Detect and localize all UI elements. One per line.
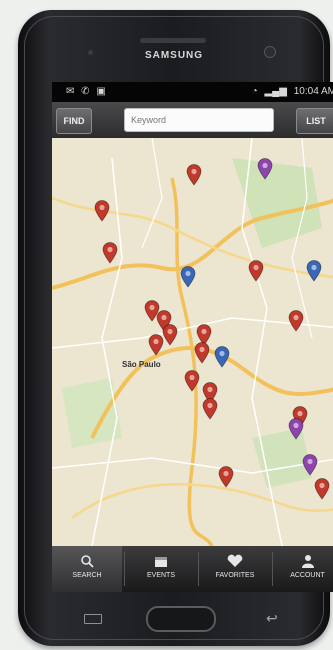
account-icon — [301, 555, 314, 568]
status-right: ◔ ▂▄▆ 10:04 AM — [248, 86, 333, 97]
map-pin-icon[interactable] — [248, 260, 264, 282]
screen: ✉ ✆ ▣ ◔ ▂▄▆ 10:04 AM FIND LIST — [52, 82, 333, 592]
find-button[interactable]: FIND — [56, 108, 92, 134]
map-pin-icon[interactable] — [218, 466, 234, 488]
tab-events[interactable]: EVENTS — [125, 546, 197, 592]
map-pin-icon[interactable] — [94, 200, 110, 222]
brand-logo: SAMSUNG — [144, 50, 204, 61]
map-pin-icon[interactable] — [314, 478, 330, 500]
map-pin-icon[interactable] — [184, 370, 200, 392]
tab-favorites-label: FAVORITES — [215, 572, 255, 579]
map-pin-icon[interactable] — [302, 454, 318, 476]
tab-search-label: SEARCH — [72, 572, 102, 579]
map-pin-icon[interactable] — [288, 418, 304, 440]
map-pin-icon[interactable] — [194, 342, 210, 364]
map-pin-icon[interactable] — [257, 158, 273, 180]
tab-bar: SEARCH EVENTS FAVORITES ACCOUNT — [52, 546, 333, 592]
back-key-icon[interactable]: ↩ — [266, 610, 278, 627]
home-button[interactable] — [146, 606, 216, 632]
map-location-label: São Paulo — [122, 360, 161, 369]
map-pin-icon[interactable] — [288, 310, 304, 332]
tab-search[interactable]: SEARCH — [52, 546, 122, 592]
search-icon — [81, 555, 94, 568]
tab-account[interactable]: ACCOUNT — [273, 546, 333, 592]
map-pin-icon[interactable] — [202, 398, 218, 420]
status-bar: ✉ ✆ ▣ ◔ ▂▄▆ 10:04 AM — [52, 82, 333, 102]
earpiece-speaker — [140, 38, 206, 43]
search-input[interactable] — [124, 108, 274, 132]
signal-icon: ▂▄▆ — [264, 86, 287, 97]
menu-key-icon[interactable] — [84, 614, 102, 624]
tab-favorites[interactable]: FAVORITES — [199, 546, 271, 592]
map-pin-icon[interactable] — [214, 346, 230, 368]
notification-icons: ✉ ✆ ▣ — [66, 86, 108, 97]
map-pin-icon[interactable] — [148, 334, 164, 356]
map-pin-icon[interactable] — [180, 266, 196, 288]
list-button[interactable]: LIST — [296, 108, 333, 134]
events-icon — [155, 557, 167, 567]
wifi-icon: ◔ — [251, 86, 258, 97]
tab-account-label: ACCOUNT — [290, 572, 325, 579]
map-view[interactable]: São Paulo — [52, 138, 333, 546]
tab-events-label: EVENTS — [146, 572, 175, 579]
heart-icon — [227, 554, 243, 567]
map-pin-icon[interactable] — [162, 324, 178, 346]
map-pin-icon[interactable] — [306, 260, 322, 282]
search-bar: FIND LIST — [52, 102, 333, 138]
status-time: 10:04 AM — [293, 86, 333, 97]
map-pin-icon[interactable] — [186, 164, 202, 186]
map-pin-icon[interactable] — [102, 242, 118, 264]
